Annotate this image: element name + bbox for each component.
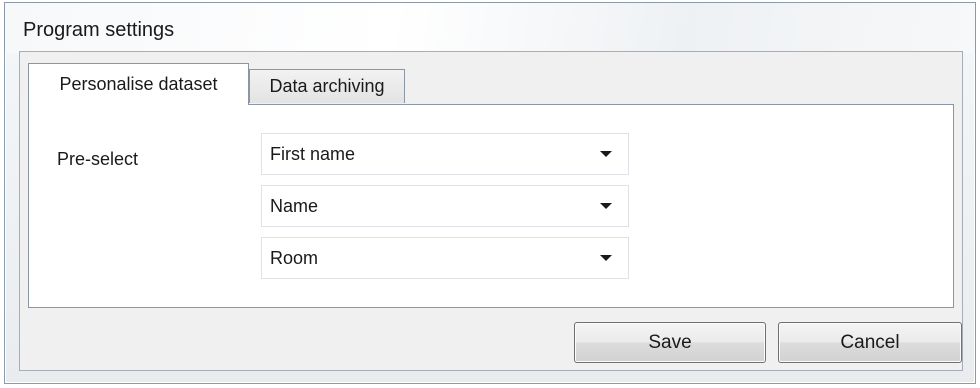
- combo-value: Name: [270, 195, 319, 216]
- preselect-combo-3[interactable]: Room: [261, 237, 629, 279]
- title-bar[interactable]: Program settings: [5, 3, 975, 53]
- chevron-down-icon[interactable]: [600, 255, 612, 261]
- preselect-combo-1[interactable]: First name: [261, 133, 629, 175]
- chevron-down-icon[interactable]: [600, 203, 612, 209]
- combo-value: Room: [270, 247, 319, 268]
- tab-data-archiving[interactable]: Data archiving: [249, 69, 405, 103]
- chevron-down-icon[interactable]: [600, 151, 612, 157]
- program-settings-window: Program settings Personalise dataset Dat…: [4, 2, 976, 384]
- settings-content: Personalise dataset Data archiving Pre-s…: [19, 51, 963, 371]
- tab-panel-personalise-dataset: Pre-select First name Name Room: [28, 104, 954, 308]
- preselect-label: Pre-select: [57, 149, 139, 169]
- cancel-button[interactable]: Cancel: [778, 322, 962, 363]
- window-title: Program settings: [23, 19, 175, 41]
- preselect-combo-2[interactable]: Name: [261, 185, 629, 227]
- combo-value: First name: [270, 143, 356, 164]
- tab-personalise-dataset[interactable]: Personalise dataset: [28, 63, 249, 105]
- save-button[interactable]: Save: [574, 322, 766, 363]
